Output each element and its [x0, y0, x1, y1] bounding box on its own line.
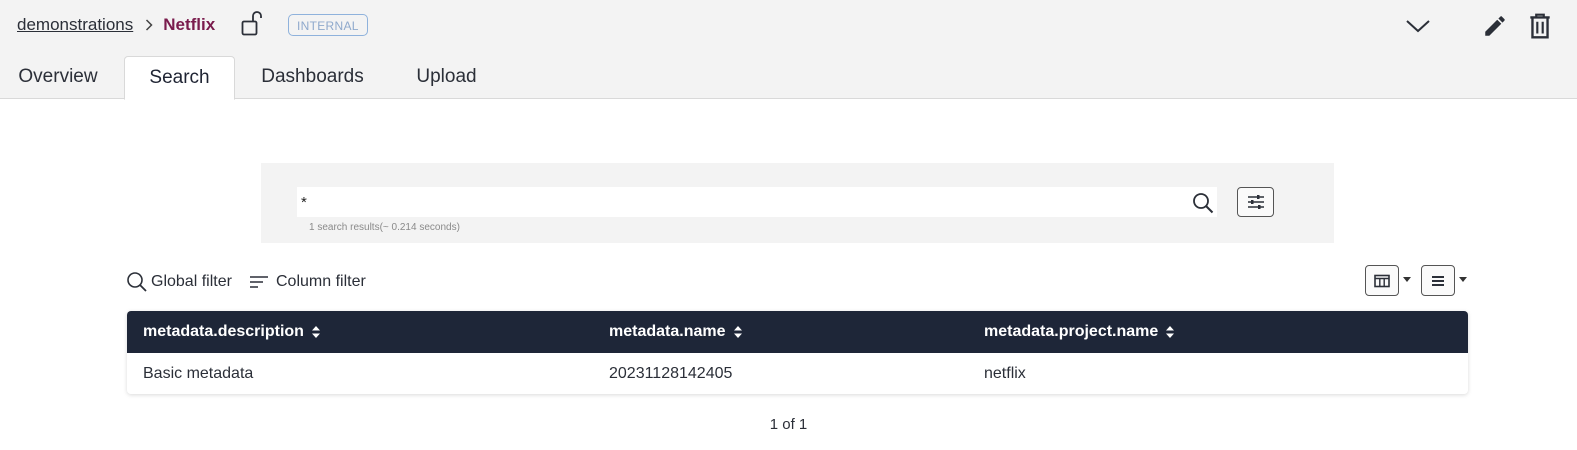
search-panel: 1 search results(~ 0.214 seconds)	[261, 163, 1334, 243]
column-header-name[interactable]: metadata.name	[609, 311, 742, 353]
columns-icon	[1374, 274, 1390, 287]
table-header: metadata.description metadata.name metad…	[127, 311, 1468, 353]
table-cell: Basic metadata	[143, 364, 254, 382]
sliders-icon	[1247, 195, 1264, 209]
search-input[interactable]	[297, 187, 1217, 217]
column-header-project-name[interactable]: metadata.project.name	[984, 311, 1175, 353]
tab-search[interactable]: Search	[124, 56, 235, 100]
column-header-description[interactable]: metadata.description	[143, 311, 320, 353]
unlock-icon[interactable]	[241, 10, 263, 36]
chevron-right-icon	[145, 19, 153, 31]
filter-lines-icon	[250, 276, 268, 288]
breadcrumb-current: Netflix	[163, 15, 216, 34]
sort-icon	[1166, 325, 1175, 339]
density-dropdown-caret[interactable]	[1459, 277, 1467, 282]
list-icon	[1432, 275, 1444, 286]
search-icon	[127, 272, 147, 292]
column-filter-label: Column filter	[276, 273, 366, 290]
tab-overview[interactable]: Overview	[0, 56, 116, 100]
pencil-icon[interactable]	[1482, 13, 1508, 39]
visibility-badge: INTERNAL	[288, 14, 368, 36]
global-filter-button[interactable]: Global filter	[126, 271, 232, 293]
breadcrumb: demonstrations Netflix	[17, 13, 215, 37]
table-row[interactable]: Basic metadata 20231128142405 netflix	[127, 353, 1468, 394]
global-filter-label: Global filter	[151, 273, 232, 290]
breadcrumb-parent-link[interactable]: demonstrations	[17, 15, 133, 35]
columns-dropdown-caret[interactable]	[1403, 277, 1411, 282]
tab-upload[interactable]: Upload	[398, 56, 495, 100]
column-filter-button[interactable]: Column filter	[249, 271, 366, 293]
results-table: metadata.description metadata.name metad…	[127, 311, 1468, 394]
density-toggle-button[interactable]	[1421, 265, 1455, 296]
columns-toggle-button[interactable]	[1365, 265, 1399, 296]
search-results-info: 1 search results(~ 0.214 seconds)	[309, 222, 460, 233]
table-cell: netflix	[984, 364, 1026, 382]
page-header: demonstrations Netflix INTERNAL Overview…	[0, 0, 1577, 100]
table-cell: 20231128142405	[609, 364, 733, 382]
chevron-down-icon[interactable]	[1405, 16, 1431, 36]
trash-icon[interactable]	[1527, 12, 1553, 40]
search-icon[interactable]	[1192, 192, 1214, 214]
pagination-info: 1 of 1	[769, 416, 808, 433]
tab-dashboards[interactable]: Dashboards	[245, 56, 380, 100]
sort-icon	[733, 325, 742, 339]
search-settings-button[interactable]	[1237, 187, 1274, 217]
sort-icon	[311, 325, 320, 339]
